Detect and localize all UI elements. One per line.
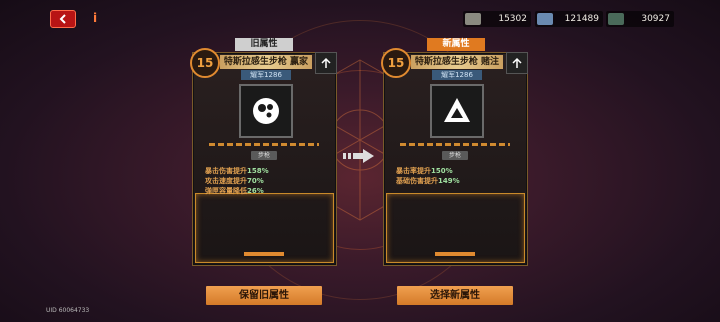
old-bottom-accent (244, 252, 284, 256)
old-item-sub: 耀军1286 (241, 70, 291, 80)
old-level-badge: 15 (190, 48, 220, 78)
back-arrow-icon (59, 14, 66, 24)
upgrade-arrow-icon (321, 57, 331, 68)
info-icon[interactable]: i (90, 11, 100, 27)
new-bottom-accent (435, 252, 475, 256)
resource-crates: 121489 (535, 11, 603, 27)
back-button[interactable] (50, 10, 76, 28)
crystal-icon (608, 13, 624, 25)
old-stat-row: 弹匣容量降低26% (205, 187, 264, 195)
old-upgrade-button[interactable] (315, 52, 337, 74)
new-stats-list: 暴击率提升150% 基础伤害提升149% (396, 166, 460, 186)
old-dotted-divider (209, 143, 319, 146)
orb-cluster-icon (253, 98, 279, 124)
new-type-pill: 步枪 (442, 151, 468, 160)
old-type-pill: 步枪 (251, 151, 277, 160)
new-stat-row: 基础伤害提升149% (396, 177, 460, 185)
coin-stack-icon (465, 13, 481, 25)
upgrade-arrow-icon (512, 57, 522, 68)
new-level-badge: 15 (381, 48, 411, 78)
old-stat-row: 暴击伤害提升158% (205, 167, 269, 175)
resource-coins: 15302 (463, 11, 531, 27)
triangle-emblem-icon (444, 98, 470, 122)
choose-new-button[interactable]: 选择新属性 (397, 286, 513, 305)
old-item-title: 特斯拉感生步枪 赢家 (220, 55, 312, 69)
new-stat-row: 暴击率提升150% (396, 167, 453, 175)
new-perk-icon (430, 84, 484, 138)
new-upgrade-button[interactable] (506, 52, 528, 74)
resource-coins-value: 15302 (498, 14, 527, 24)
old-stat-row: 攻击速度提升70% (205, 177, 264, 185)
new-attribute-tag: 新属性 (427, 38, 485, 51)
old-stats-list: 暴击伤害提升158% 攻击速度提升70% 弹匣容量降低26% (205, 166, 269, 196)
old-perk-icon (239, 84, 293, 138)
crate-icon (537, 13, 553, 25)
transfer-arrow-icon (343, 149, 374, 163)
uid-label: UID 60064733 (46, 307, 90, 314)
resource-crystals-value: 30927 (641, 14, 670, 24)
old-attribute-tag: 旧属性 (235, 38, 293, 51)
new-item-sub: 耀军1286 (432, 70, 482, 80)
new-item-title: 特斯拉感生步枪 赌注 (411, 55, 503, 69)
keep-old-button[interactable]: 保留旧属性 (206, 286, 322, 305)
resource-crates-value: 121489 (564, 14, 599, 24)
resource-crystals: 30927 (606, 11, 674, 27)
new-dotted-divider (400, 143, 510, 146)
